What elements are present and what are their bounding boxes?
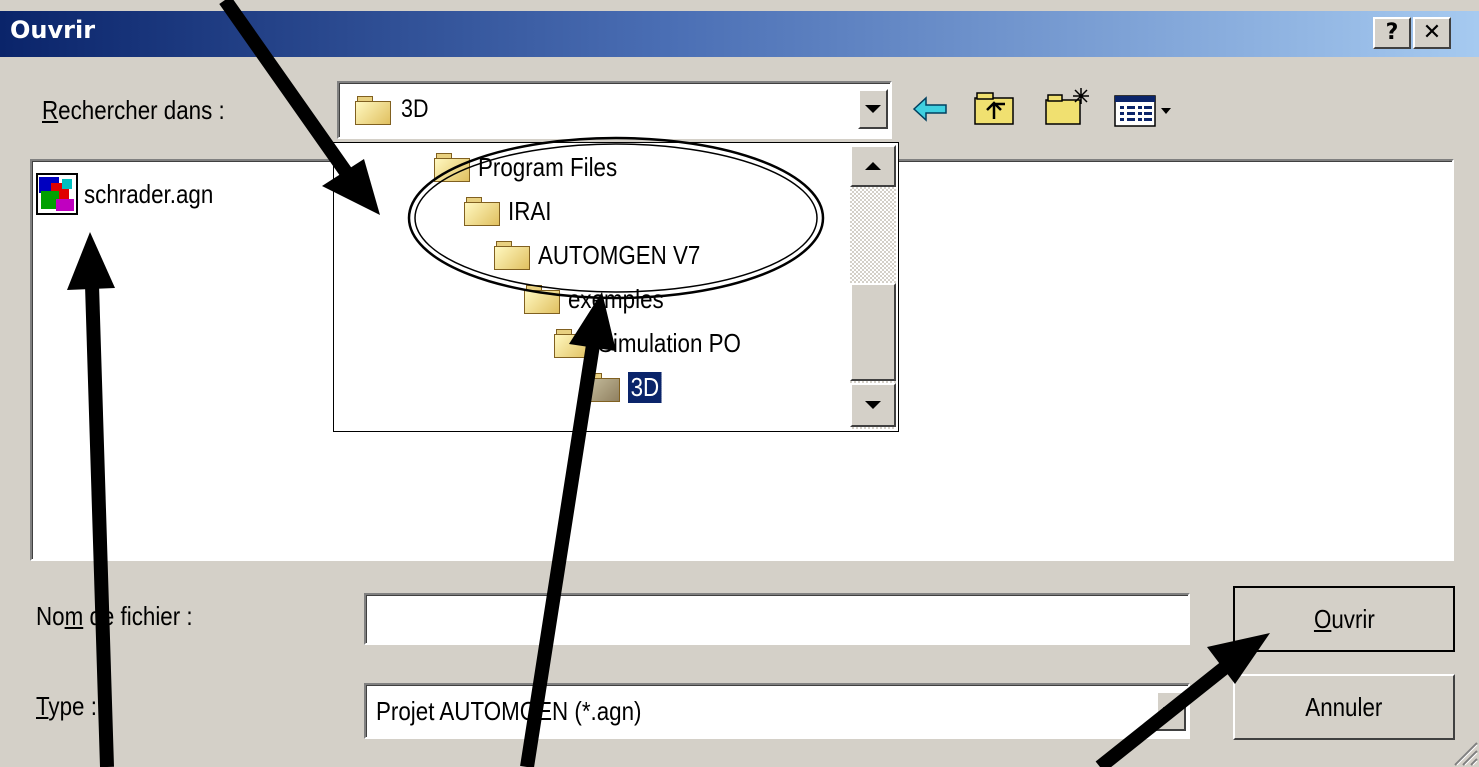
arrow-right-line <box>1095 659 1233 767</box>
arrow-top-head <box>322 159 380 215</box>
arrow-left-head <box>67 232 115 290</box>
highlight-ellipse <box>407 136 825 300</box>
arrow-mid-line <box>520 343 600 767</box>
arrow-top-line <box>219 0 361 190</box>
annotation-overlay <box>67 0 1270 767</box>
highlight-ellipse-inner <box>414 143 818 293</box>
arrow-mid-head <box>569 292 616 351</box>
arrow-left-line <box>85 284 114 767</box>
